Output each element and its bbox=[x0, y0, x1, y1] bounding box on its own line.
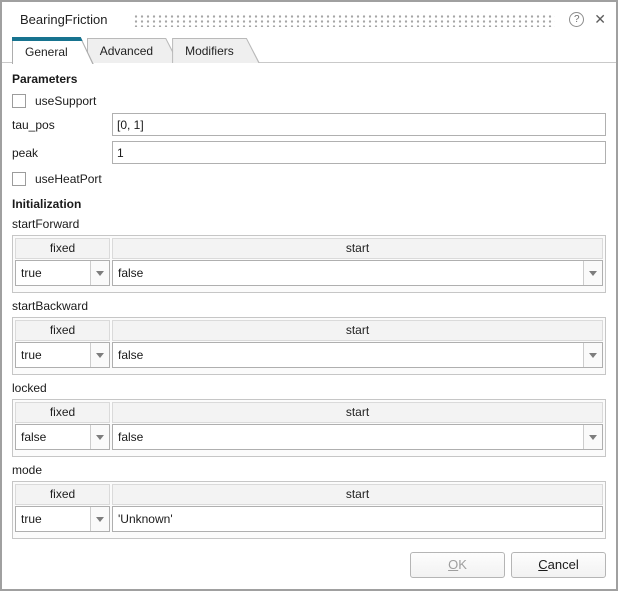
dropdown-button[interactable] bbox=[583, 343, 602, 367]
chevron-down-icon bbox=[96, 271, 104, 276]
table-row: true bbox=[15, 506, 603, 532]
close-icon[interactable]: ✕ bbox=[594, 12, 606, 26]
chevron-down-icon bbox=[96, 517, 104, 522]
ok-button-label: OK bbox=[411, 553, 504, 577]
tab-general-label: General bbox=[12, 37, 94, 59]
start-column-header: start bbox=[112, 402, 603, 423]
drag-handle-dots[interactable] bbox=[133, 13, 555, 27]
fixed-column-header: fixed bbox=[15, 402, 110, 423]
dropdown-button[interactable] bbox=[90, 425, 109, 449]
table-row: false false bbox=[15, 424, 603, 450]
locked-table: fixed start false false bbox=[12, 399, 606, 457]
combo-value: true bbox=[16, 348, 90, 362]
locked-start-combobox[interactable]: false bbox=[112, 424, 603, 450]
tau-pos-row: tau_pos bbox=[12, 113, 606, 136]
locked-fixed-combobox[interactable]: false bbox=[15, 424, 110, 450]
table-row: true false bbox=[15, 342, 603, 368]
bearing-friction-dialog: BearingFriction ? ✕ General Advanced Mod… bbox=[0, 0, 618, 591]
tab-advanced[interactable]: Advanced bbox=[87, 38, 179, 63]
fixed-column-header: fixed bbox=[15, 484, 110, 505]
chevron-down-icon bbox=[96, 353, 104, 358]
ok-button[interactable]: OK bbox=[410, 552, 505, 578]
dropdown-button[interactable] bbox=[90, 261, 109, 285]
table-header-row: fixed start bbox=[15, 402, 603, 423]
help-icon[interactable]: ? bbox=[569, 12, 584, 27]
use-support-row: useSupport bbox=[12, 94, 606, 108]
combo-value: false bbox=[16, 430, 90, 444]
tab-modifiers[interactable]: Modifiers bbox=[172, 38, 260, 63]
dropdown-button[interactable] bbox=[90, 343, 109, 367]
mode-fixed-combobox[interactable]: true bbox=[15, 506, 110, 532]
use-support-checkbox[interactable] bbox=[12, 94, 26, 108]
start-forward-table: fixed start true false bbox=[12, 235, 606, 293]
dropdown-button[interactable] bbox=[90, 507, 109, 531]
use-heat-port-label: useHeatPort bbox=[35, 172, 102, 186]
peak-input[interactable] bbox=[112, 141, 606, 164]
locked-label: locked bbox=[12, 381, 606, 395]
table-header-row: fixed start bbox=[15, 320, 603, 341]
combo-value: false bbox=[113, 348, 583, 362]
mode-table: fixed start true bbox=[12, 481, 606, 539]
chevron-down-icon bbox=[96, 435, 104, 440]
cancel-button[interactable]: Cancel bbox=[511, 552, 606, 578]
start-forward-fixed-combobox[interactable]: true bbox=[15, 260, 110, 286]
titlebar: BearingFriction ? ✕ bbox=[2, 2, 616, 36]
start-backward-fixed-combobox[interactable]: true bbox=[15, 342, 110, 368]
tau-pos-input[interactable] bbox=[112, 113, 606, 136]
start-column-header: start bbox=[112, 320, 603, 341]
chevron-down-icon bbox=[589, 435, 597, 440]
fixed-column-header: fixed bbox=[15, 320, 110, 341]
parameters-section-header: Parameters bbox=[12, 72, 606, 86]
tau-pos-label: tau_pos bbox=[12, 118, 112, 132]
use-heat-port-checkbox[interactable] bbox=[12, 172, 26, 186]
combo-value: true bbox=[16, 512, 90, 526]
chevron-down-icon bbox=[589, 353, 597, 358]
combo-value: false bbox=[113, 430, 583, 444]
use-support-label: useSupport bbox=[35, 94, 96, 108]
dialog-title: BearingFriction bbox=[20, 12, 107, 27]
start-backward-label: startBackward bbox=[12, 299, 606, 313]
use-heat-port-row: useHeatPort bbox=[12, 172, 606, 186]
chevron-down-icon bbox=[589, 271, 597, 276]
start-backward-table: fixed start true false bbox=[12, 317, 606, 375]
combo-value: false bbox=[113, 266, 583, 280]
table-header-row: fixed start bbox=[15, 238, 603, 259]
peak-label: peak bbox=[12, 146, 112, 160]
tab-advanced-label: Advanced bbox=[87, 38, 179, 58]
start-forward-label: startForward bbox=[12, 217, 606, 231]
dialog-button-box: OK Cancel bbox=[12, 552, 606, 578]
cancel-button-label: Cancel bbox=[512, 553, 605, 577]
start-column-header: start bbox=[112, 238, 603, 259]
table-row: true false bbox=[15, 260, 603, 286]
general-tab-panel: Parameters useSupport tau_pos peak useHe… bbox=[2, 72, 616, 578]
combo-value: true bbox=[16, 266, 90, 280]
mode-start-input[interactable] bbox=[112, 506, 603, 532]
start-column-header: start bbox=[112, 484, 603, 505]
start-backward-start-combobox[interactable]: false bbox=[112, 342, 603, 368]
dropdown-button[interactable] bbox=[583, 261, 602, 285]
tab-bar: General Advanced Modifiers bbox=[2, 36, 616, 63]
tab-modifiers-label: Modifiers bbox=[172, 38, 260, 58]
mode-label: mode bbox=[12, 463, 606, 477]
fixed-column-header: fixed bbox=[15, 238, 110, 259]
table-header-row: fixed start bbox=[15, 484, 603, 505]
dropdown-button[interactable] bbox=[583, 425, 602, 449]
start-forward-start-combobox[interactable]: false bbox=[112, 260, 603, 286]
tab-general[interactable]: General bbox=[12, 37, 94, 64]
peak-row: peak bbox=[12, 141, 606, 164]
initialization-section-header: Initialization bbox=[12, 197, 606, 211]
